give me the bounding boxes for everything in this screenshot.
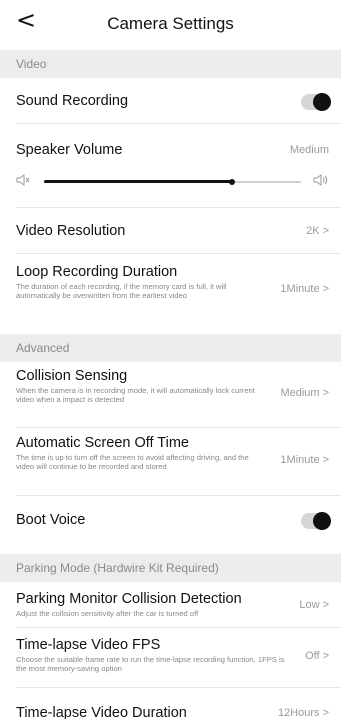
volume-slider[interactable] [16, 170, 329, 194]
row-value: Medium [289, 144, 329, 156]
toggle-knob [313, 93, 331, 111]
row-description: Adjust the collision sensitivity after t… [16, 609, 199, 618]
row-description: When the camera is in recording mode, it… [16, 386, 255, 404]
row-title: Speaker Volume [16, 142, 123, 158]
back-button[interactable]: < [16, 7, 36, 33]
row-title: Sound Recording [16, 93, 129, 109]
row-description: Choose the suitable frame rate to run th… [16, 655, 285, 673]
row-description: The duration of each recording, if the m… [16, 282, 227, 300]
value-text: Low [299, 599, 320, 611]
row-value: 12Hours > [278, 707, 329, 719]
row-title: Collision Sensing [16, 368, 128, 384]
row-value: Low > [299, 599, 329, 611]
boot-voice-toggle[interactable] [301, 512, 331, 530]
collision-sensing-row[interactable]: Collision Sensing When the camera is in … [0, 362, 341, 428]
screen-off-row[interactable]: Automatic Screen Off Time The time is up… [0, 428, 341, 496]
page-title: Camera Settings [107, 13, 234, 33]
row-title: Time-lapse Video FPS [16, 637, 161, 653]
section-label: Video [16, 57, 47, 71]
slider-handle[interactable] [228, 179, 235, 185]
volume-high-icon [313, 174, 329, 189]
video-resolution-row[interactable]: Video Resolution 2K > [0, 208, 341, 254]
chevron-right-icon: > [322, 454, 329, 466]
section-header-video: Video [0, 50, 341, 78]
row-value: Medium > [280, 387, 329, 399]
row-title: Video Resolution [16, 223, 126, 239]
row-value: Off > [305, 650, 329, 662]
parking-collision-row[interactable]: Parking Monitor Collision Detection Adju… [0, 582, 341, 628]
sound-recording-row[interactable]: Sound Recording [0, 78, 341, 124]
loop-recording-row[interactable]: Loop Recording Duration The duration of … [0, 254, 341, 324]
value-text: 1Minute [280, 454, 320, 466]
value-text: 2K [306, 225, 320, 237]
row-title: Boot Voice [16, 512, 86, 528]
slider-fill [44, 180, 232, 183]
value-text: 12Hours [277, 707, 320, 719]
row-description: The time is up to turn off the screen to… [16, 453, 249, 471]
row-title: Parking Monitor Collision Detection [16, 591, 242, 607]
row-value: 2K > [306, 225, 329, 237]
section-header-parking: Parking Mode (Hardwire Kit Required) [0, 554, 341, 582]
timelapse-fps-row[interactable]: Time-lapse Video FPS Choose the suitable… [0, 628, 341, 688]
sound-recording-toggle[interactable] [301, 93, 331, 111]
chevron-right-icon: > [322, 283, 329, 295]
header-bar: < Camera Settings [0, 0, 341, 45]
chevron-right-icon: > [322, 650, 329, 662]
row-value: 1Minute > [280, 454, 329, 466]
toggle-knob [313, 512, 331, 530]
chevron-right-icon: > [322, 225, 329, 237]
speaker-volume-row[interactable]: Speaker Volume Medium [0, 124, 341, 208]
chevron-right-icon: > [322, 387, 329, 399]
timelapse-duration-row[interactable]: Time-lapse Video Duration 12Hours > [0, 688, 341, 719]
row-value: 1Minute > [280, 283, 329, 295]
boot-voice-row[interactable]: Boot Voice [0, 496, 341, 544]
value-text: Off [305, 650, 320, 662]
chevron-right-icon: > [322, 599, 329, 611]
row-title: Loop Recording Duration [16, 264, 178, 280]
value-text: 1Minute [280, 283, 320, 295]
section-label: Advanced [16, 341, 70, 355]
chevron-right-icon: > [322, 707, 329, 719]
row-title: Automatic Screen Off Time [16, 435, 189, 451]
section-header-advanced: Advanced [0, 334, 341, 362]
section-label: Parking Mode (Hardwire Kit Required) [16, 561, 219, 575]
value-text: Medium [280, 387, 320, 399]
volume-mute-icon [16, 174, 30, 189]
